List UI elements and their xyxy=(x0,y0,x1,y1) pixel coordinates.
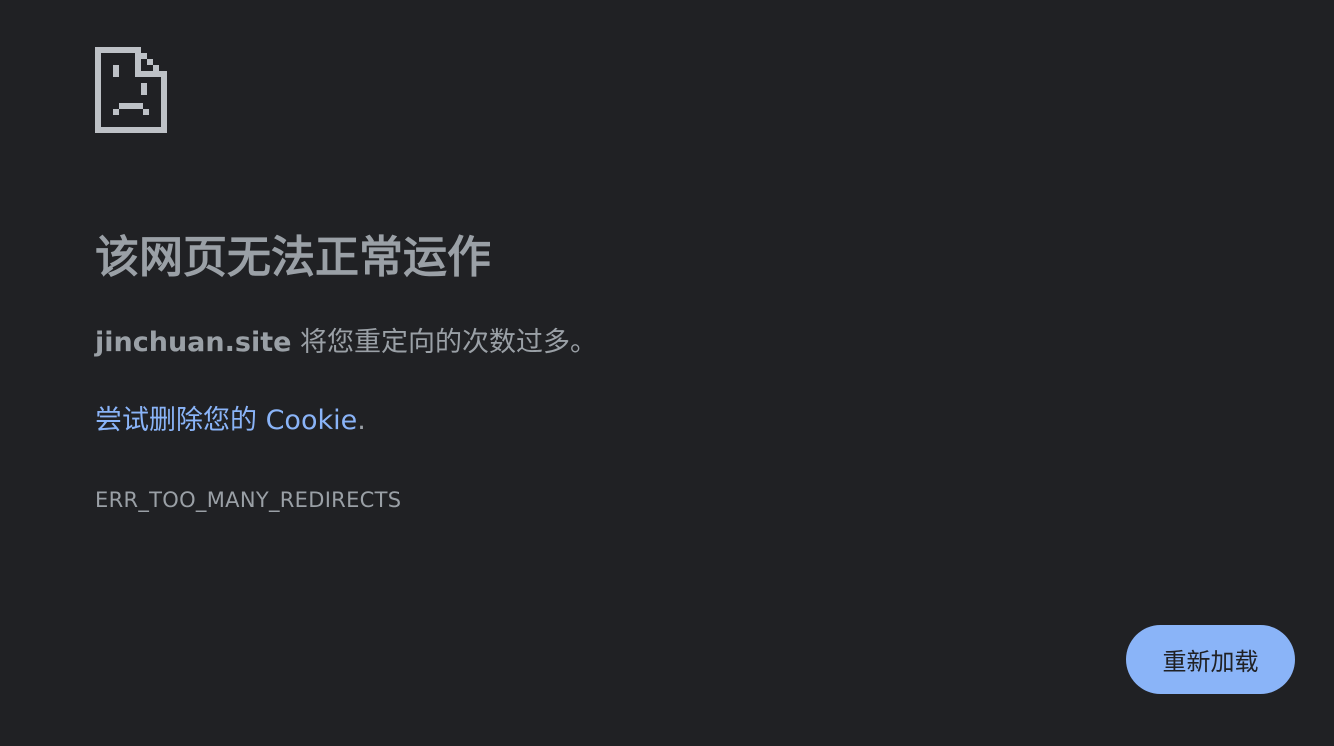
sad-page-icon xyxy=(95,47,167,133)
error-summary: jinchuan.site 将您重定向的次数过多。 xyxy=(95,324,597,362)
error-code: ERR_TOO_MANY_REDIRECTS xyxy=(95,488,402,512)
page-title: 该网页无法正常运作 xyxy=(95,232,491,283)
suggestion-suffix: . xyxy=(357,405,366,436)
reload-button[interactable]: 重新加载 xyxy=(1126,625,1295,694)
error-page: 该网页无法正常运作 jinchuan.site 将您重定向的次数过多。 尝试删除… xyxy=(0,0,1334,746)
host-name: jinchuan.site xyxy=(95,327,292,358)
suggestion: 尝试删除您的 Cookie. xyxy=(95,402,366,440)
clear-cookies-link[interactable]: 尝试删除您的 Cookie xyxy=(95,405,357,436)
summary-text: 将您重定向的次数过多。 xyxy=(291,327,598,358)
